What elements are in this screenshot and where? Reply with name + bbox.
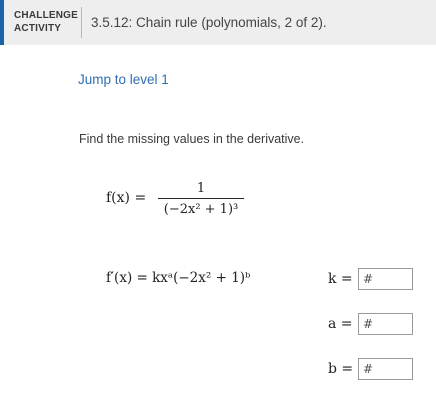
b-input[interactable]: # [358, 358, 413, 380]
a-input[interactable]: # [358, 313, 413, 335]
activity-type-line2: ACTIVITY [14, 23, 62, 34]
fraction-bar [158, 198, 244, 199]
jump-to-level-link[interactable]: Jump to level 1 [78, 72, 169, 87]
answer-row-k: k = # [328, 268, 413, 290]
fraction-numerator: 1 [196, 181, 206, 196]
answer-label-k: k = [328, 271, 353, 287]
activity-title: 3.5.12: Chain rule (polynomials, 2 of 2)… [91, 15, 327, 30]
k-input[interactable]: # [358, 268, 413, 290]
derivative-equation: f′(x) = kxᵃ(−2x² + 1)ᵇ [106, 270, 251, 286]
fraction-denominator: (−2x² + 1)³ [163, 202, 239, 217]
answer-row-b: b = # [328, 358, 413, 380]
function-fraction: 1 (−2x² + 1)³ [158, 180, 244, 219]
answer-label-a: a = [328, 316, 353, 332]
activity-type-line1: CHALLENGE [14, 10, 79, 21]
instructions-text: Find the missing values in the derivativ… [79, 132, 305, 146]
header-divider [81, 7, 82, 38]
activity-header: CHALLENGE ACTIVITY 3.5.12: Chain rule (p… [0, 0, 436, 45]
header-accent-bar [0, 0, 4, 45]
answer-row-a: a = # [328, 313, 413, 335]
activity-type-label: CHALLENGE ACTIVITY [14, 9, 78, 35]
answer-label-b: b = [328, 361, 354, 377]
function-lhs: f(x) = [106, 190, 147, 206]
